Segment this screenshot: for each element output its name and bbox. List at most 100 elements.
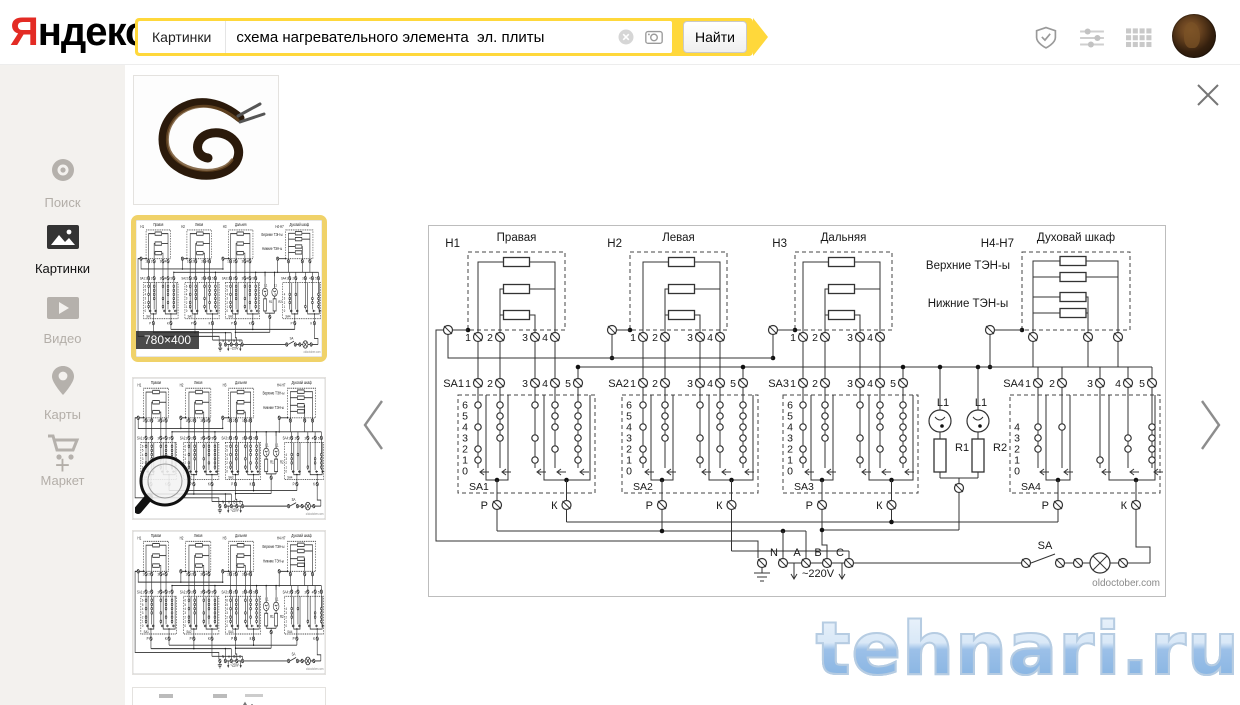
svg-text:oldoctober.com: oldoctober.com: [306, 666, 324, 671]
svg-text:К: К: [311, 321, 313, 326]
svg-text:3: 3: [687, 332, 693, 344]
search-input[interactable]: [226, 28, 616, 46]
svg-text:1: 1: [287, 276, 289, 281]
sidebar-item-search[interactable]: Поиск: [0, 155, 125, 210]
svg-text:SA2: SA2: [608, 378, 629, 390]
thumbnail-diagram-partial[interactable]: [132, 687, 326, 705]
svg-text:N: N: [770, 547, 778, 559]
svg-text:1: 1: [143, 590, 145, 595]
svg-text:1: 1: [186, 418, 188, 423]
svg-text:SA2: SA2: [181, 276, 186, 281]
svg-text:C: C: [239, 500, 241, 505]
svg-text:Дальняя: Дальняя: [235, 222, 246, 227]
thumbnail-schematic-magnifier[interactable]: Правая H1 1 2 3 4 Левая H2 1 2 3 4 Дальняя H3 1 2 3 4 Духо…: [132, 377, 326, 520]
svg-text:SA1: SA1: [146, 314, 151, 319]
thumbnail-schematic-selected[interactable]: Правая H1 1 2 3 4 Левая H2 1 2 3 4 Дальняя H3 1 2 3 4 Духо…: [131, 215, 327, 362]
svg-text:R1: R1: [269, 300, 273, 305]
svg-text:0: 0: [185, 623, 187, 628]
svg-text:Р: Р: [481, 500, 488, 512]
svg-text:~220V: ~220V: [230, 508, 239, 513]
svg-text:5: 5: [890, 378, 896, 390]
svg-text:4: 4: [707, 378, 713, 390]
svg-text:4: 4: [206, 276, 208, 281]
svg-text:3: 3: [522, 378, 528, 390]
avatar[interactable]: [1172, 14, 1216, 58]
svg-text:Духовай шкаф: Духовай шкаф: [291, 381, 311, 386]
svg-text:2: 2: [293, 276, 295, 281]
svg-text:SA4: SA4: [283, 590, 288, 595]
results-thumbnail-list: Правая H1 1 2 3 4 Левая H2 1 2 3 4 Дальняя H3 1 2 3 4 Духо…: [125, 65, 340, 705]
svg-text:SA4: SA4: [285, 314, 290, 319]
svg-text:Дальняя: Дальняя: [235, 381, 247, 386]
svg-text:5: 5: [565, 378, 571, 390]
svg-text:B: B: [814, 547, 821, 559]
image-search-camera-icon[interactable]: [644, 27, 664, 47]
svg-text:Р: Р: [646, 500, 653, 512]
image-size-badge: 780×400: [136, 331, 200, 349]
svg-text:SA2: SA2: [186, 629, 191, 634]
sidebar-more-button[interactable]: +: [0, 450, 125, 481]
svg-text:2: 2: [233, 259, 235, 264]
schematic-image[interactable]: Правая H1 1 2 3 4 Левая H2 1 2 3 4 Дальняя H3 1 2 3 4 Духо…: [428, 225, 1166, 597]
svg-text:К: К: [876, 500, 883, 512]
svg-text:0: 0: [285, 469, 287, 474]
yandex-logo[interactable]: Яндекс: [10, 10, 147, 55]
svg-text:К: К: [249, 321, 251, 326]
sidebar-item-images[interactable]: Картинки: [0, 225, 125, 276]
svg-text:Нижние ТЭН-ы: Нижние ТЭН-ы: [263, 406, 284, 411]
svg-text:2: 2: [295, 590, 297, 595]
svg-text:1: 1: [465, 378, 471, 390]
svg-text:H4-H7: H4-H7: [981, 238, 1014, 250]
svg-text:4: 4: [206, 418, 208, 423]
svg-text:2: 2: [487, 332, 493, 344]
svg-text:1: 1: [630, 332, 636, 344]
svg-text:3: 3: [157, 418, 159, 423]
apps-grid-icon[interactable]: [1126, 26, 1152, 50]
svg-text:H1: H1: [445, 238, 460, 250]
svg-text:L1: L1: [275, 443, 278, 448]
svg-text:L1: L1: [265, 443, 268, 448]
svg-text:SA2: SA2: [180, 590, 185, 595]
svg-text:SA3: SA3: [768, 378, 789, 390]
sidebar-item-label: Карты: [43, 407, 82, 422]
svg-text:SA: SA: [290, 336, 294, 341]
svg-text:3: 3: [1087, 378, 1093, 390]
svg-text:Левая: Левая: [194, 381, 202, 386]
thumbnail-photo-heating-coil[interactable]: [133, 75, 279, 205]
svg-text:2: 2: [148, 436, 150, 441]
svg-text:К: К: [209, 321, 211, 326]
svg-text:Духовай шкаф: Духовай шкаф: [291, 534, 311, 539]
schematic-thumbnail-image: ПраваяH11 2 3 4ЛеваяH21 2 3 4ДальняяH31 2 3 4Духо…: [133, 531, 325, 674]
chevron-right-icon[interactable]: [1198, 397, 1224, 453]
clear-icon[interactable]: [616, 27, 636, 47]
svg-text:SA1: SA1: [137, 436, 142, 441]
svg-text:3: 3: [200, 572, 202, 577]
svg-text:Правая: Правая: [497, 232, 537, 244]
map-pin-icon: [50, 366, 76, 401]
svg-text:N: N: [222, 655, 224, 660]
sidebar-item-video[interactable]: Видео: [0, 297, 125, 346]
svg-text:4: 4: [206, 590, 208, 595]
sidebar-item-label: Поиск: [44, 195, 81, 210]
search-scope-tab[interactable]: Картинки: [138, 21, 227, 53]
sidebar-item-maps[interactable]: Карты: [0, 365, 125, 422]
shield-icon[interactable]: [1033, 26, 1059, 50]
svg-text:~220V: ~220V: [230, 346, 239, 351]
chevron-left-icon[interactable]: [360, 397, 386, 453]
svg-text:2: 2: [233, 418, 235, 423]
svg-text:3: 3: [242, 590, 244, 595]
svg-text:L1: L1: [264, 283, 267, 288]
thumbnail-schematic[interactable]: Правая H1 1 2 3 4 Левая H2 1 2 3 4 Дальняя H3 1 2 3 4 Духо…: [132, 530, 326, 675]
svg-text:oldoctober.com: oldoctober.com: [306, 511, 324, 516]
search-button[interactable]: Найти: [683, 21, 747, 53]
svg-text:1: 1: [186, 572, 188, 577]
filters-icon[interactable]: [1079, 26, 1105, 50]
svg-text:1: 1: [790, 332, 796, 344]
svg-text:H3: H3: [223, 536, 227, 541]
sidebar-item-label: Видео: [43, 331, 82, 346]
close-icon[interactable]: [1192, 79, 1224, 111]
image-viewer: Правая H1 1 2 3 4 Левая H2 1 2 3 4 Дальняя H3 1 2 3 4 Духо…: [340, 65, 1240, 705]
svg-text:1: 1: [227, 590, 229, 595]
svg-text:Р: Р: [1042, 500, 1049, 512]
svg-text:3: 3: [157, 436, 159, 441]
